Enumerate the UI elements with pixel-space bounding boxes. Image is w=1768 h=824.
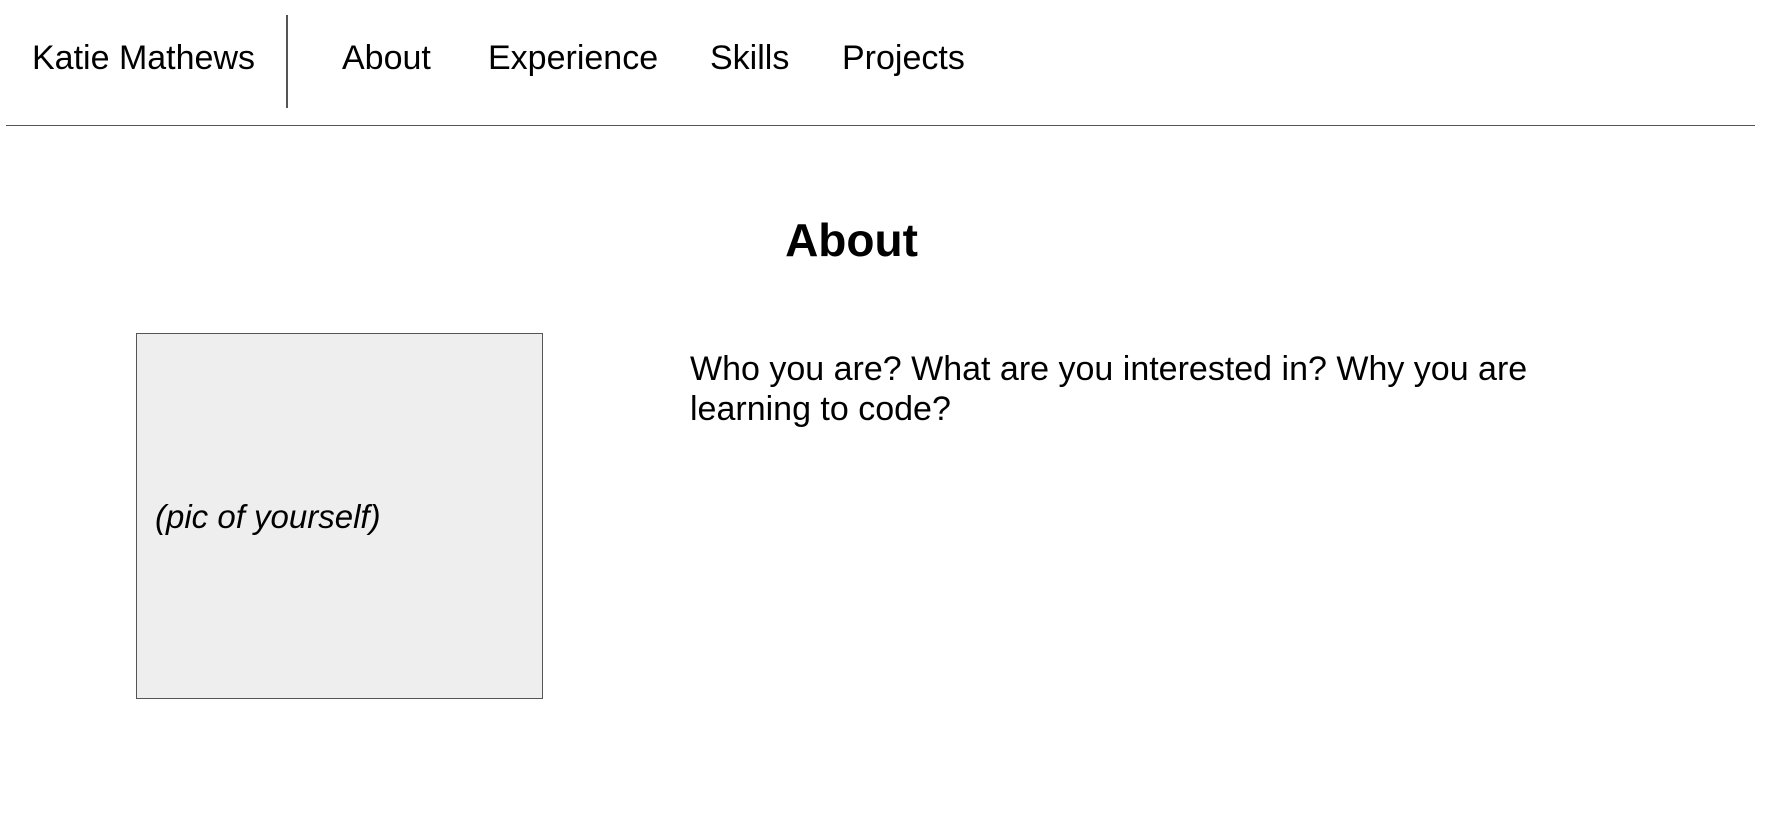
profile-photo-placeholder: (pic of yourself) — [136, 333, 543, 699]
photo-placeholder-text: (pic of yourself) — [155, 498, 381, 535]
nav-link-projects[interactable]: Projects — [842, 38, 965, 78]
nav-link-about[interactable]: About — [342, 38, 431, 78]
about-description: Who you are? What are you interested in?… — [690, 350, 1528, 428]
page: Katie Mathews About Experience Skills Pr… — [0, 0, 1768, 824]
site-header: Katie Mathews About Experience Skills Pr… — [6, 0, 1755, 126]
nav-link-experience[interactable]: Experience — [488, 38, 658, 78]
nav-divider — [286, 15, 288, 108]
nav-link-skills[interactable]: Skills — [710, 38, 789, 78]
brand-link[interactable]: Katie Mathews — [32, 38, 255, 78]
section-title: About — [785, 214, 918, 266]
